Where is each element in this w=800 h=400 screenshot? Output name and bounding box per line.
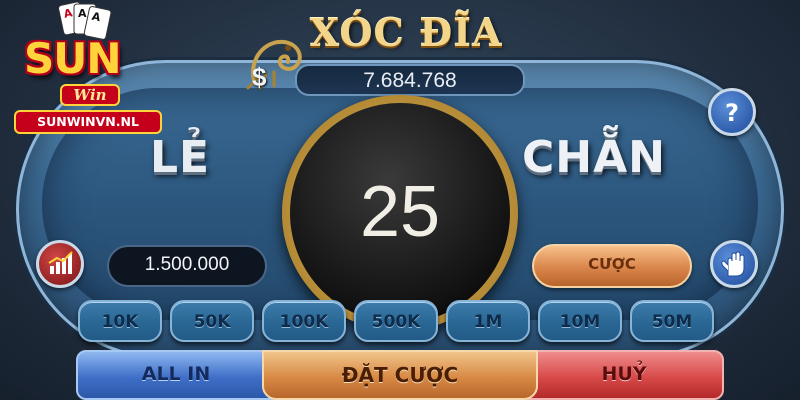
balance-value: 7.684.768 [363, 69, 457, 92]
chip-label: 10M [559, 312, 601, 332]
chip-label: 50M [651, 312, 693, 332]
question-icon: ? [725, 99, 739, 127]
countdown-timer: 25 [359, 172, 441, 252]
stop-button[interactable] [710, 240, 758, 288]
game-screen: A A A SUN Win SUNWINVN.NL XÓC ĐĨA $ 7.68… [0, 0, 800, 400]
statistics-button[interactable] [36, 240, 84, 288]
all-in-label: ALL IN [141, 363, 211, 385]
bet-button-label: CƯỢC [588, 255, 636, 273]
svg-text:A: A [78, 7, 87, 20]
chip-label: 100K [279, 312, 329, 332]
hand-icon [721, 251, 745, 277]
cancel-label: HUỶ [601, 363, 647, 385]
help-button[interactable]: ? [708, 88, 756, 136]
sunwin-logo: A A A SUN Win SUNWINVN.NL [4, 2, 164, 142]
dollar-icon: $ [252, 62, 267, 92]
bet-side-odd[interactable]: LẺ [150, 132, 290, 192]
bet-amount-value: 1.500.000 [144, 254, 230, 275]
chip-label: 10K [101, 312, 139, 332]
game-title: XÓC ĐĨA [309, 10, 503, 55]
bar-chart-icon [48, 251, 73, 274]
place-bet-label: ĐẶT CƯỢC [341, 363, 459, 387]
logo-url-text: SUNWINVN.NL [14, 110, 162, 134]
bet-side-even[interactable]: CHẴN [522, 132, 702, 192]
chip-label: 1M [473, 312, 503, 332]
logo-sub-text: Win [60, 84, 120, 106]
svg-text:?: ? [725, 99, 739, 127]
logo-brand-text: SUN [24, 34, 122, 83]
chip-label: 500K [371, 312, 421, 332]
chip-label: 50K [193, 312, 231, 332]
